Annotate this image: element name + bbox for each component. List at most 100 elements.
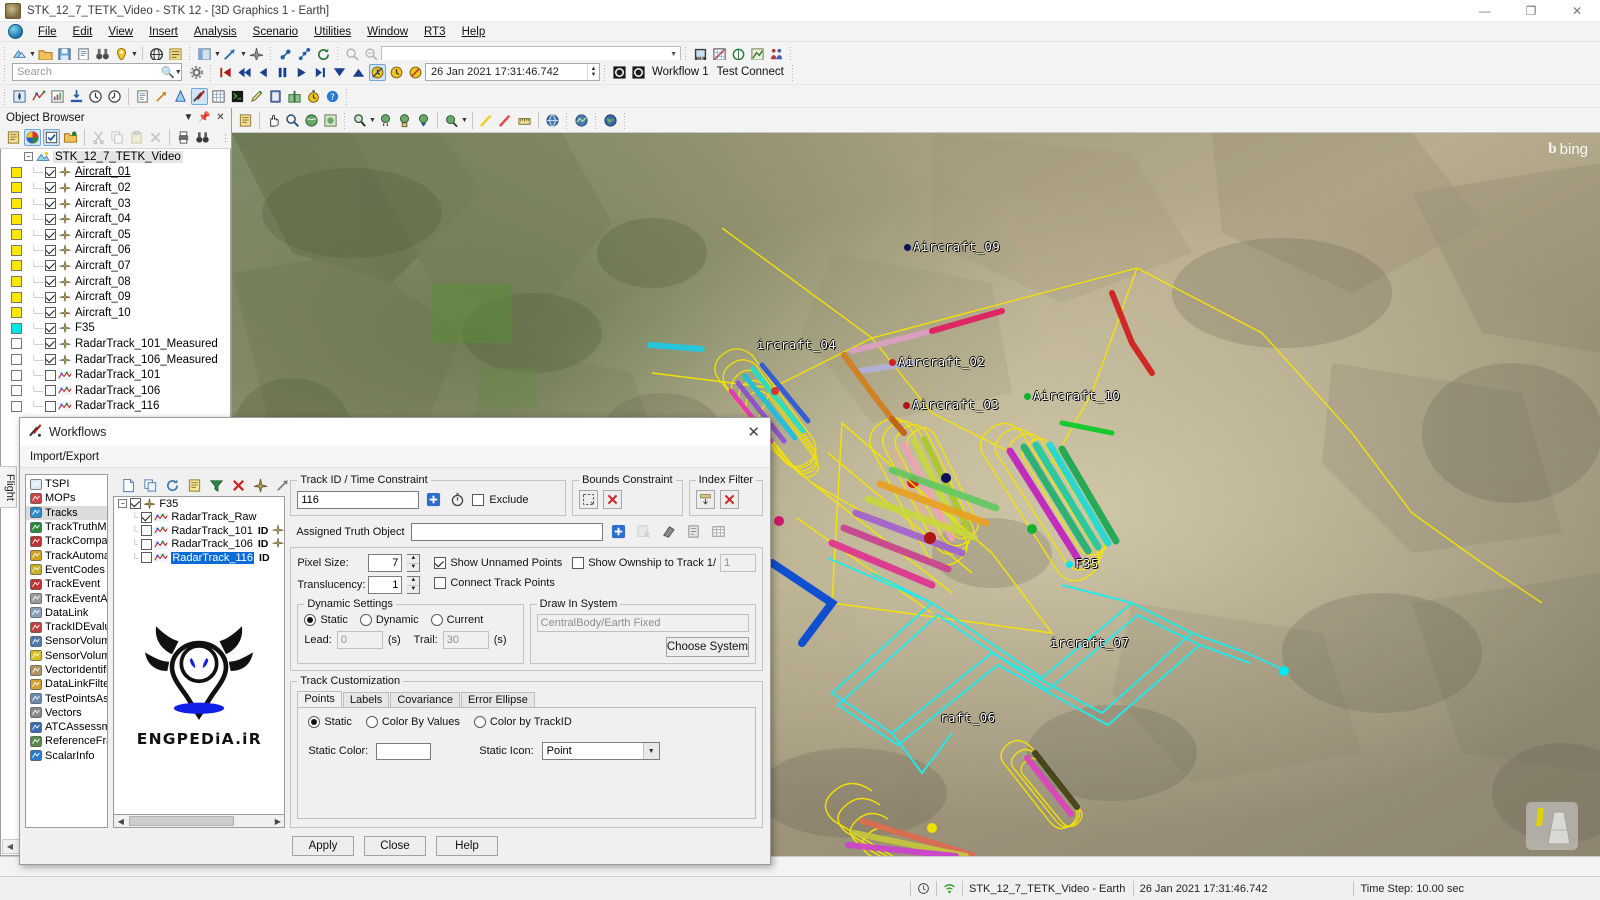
view-reset-dropdown-icon[interactable]: ▼ bbox=[461, 117, 468, 124]
help-about-icon[interactable]: ? bbox=[324, 88, 341, 105]
track-scroll-right-icon[interactable]: ▶ bbox=[271, 817, 284, 826]
workflow-type-list[interactable]: TSPIMOPsTracks TrackTruthMatchingTrackCom… bbox=[25, 474, 109, 828]
dynamic-option-dynamic[interactable]: Dynamic bbox=[359, 614, 419, 626]
color-mode-trackid-radio[interactable] bbox=[473, 716, 486, 728]
menu-help[interactable]: Help bbox=[454, 24, 494, 40]
export-arrow-icon[interactable] bbox=[153, 88, 170, 105]
object-browser-row[interactable]: └─ Aircraft_06 bbox=[1, 243, 230, 259]
view-properties-icon[interactable] bbox=[237, 112, 254, 129]
sidebar-tab-flight[interactable]: Flight bbox=[0, 466, 17, 508]
menu-analysis[interactable]: Analysis bbox=[186, 24, 245, 40]
translucency-input[interactable]: 1 bbox=[368, 576, 403, 594]
workflow-list-item[interactable]: SensorVolumes bbox=[26, 634, 107, 648]
console-icon[interactable] bbox=[229, 88, 246, 105]
report-tool-icon[interactable] bbox=[134, 88, 151, 105]
apply-button[interactable]: Apply bbox=[292, 836, 354, 856]
workflow-list-item[interactable]: Vectors bbox=[26, 706, 107, 720]
grid-view-button[interactable] bbox=[709, 522, 728, 541]
search-settings-gear-icon[interactable] bbox=[188, 64, 205, 81]
zoom-in-view-icon[interactable] bbox=[351, 112, 368, 129]
object-properties-icon[interactable] bbox=[62, 129, 79, 146]
connect-track-points-checkbox[interactable] bbox=[434, 577, 447, 589]
visibility-color-swatch[interactable] bbox=[10, 229, 22, 241]
workflow-list-item[interactable]: TestPointsAssessment bbox=[26, 691, 107, 705]
magnify-icon[interactable] bbox=[284, 112, 301, 129]
translucency-spinner[interactable]: ▲ ▼ bbox=[407, 576, 421, 594]
copy-icon[interactable] bbox=[109, 129, 126, 146]
workflow-list-item[interactable]: TrackIDEvaluation bbox=[26, 620, 107, 634]
static-icon-chevron-down-icon[interactable]: ▼ bbox=[642, 743, 659, 759]
static-icon-select[interactable]: Point ▼ bbox=[541, 742, 660, 760]
choose-system-button[interactable]: Choose System bbox=[665, 637, 749, 657]
close-button[interactable]: ✕ bbox=[1554, 0, 1600, 22]
delete-icon[interactable] bbox=[147, 129, 164, 146]
object-browser-row[interactable]: └─ RadarTrack_101_Measured bbox=[1, 336, 230, 352]
list-view-button[interactable] bbox=[684, 522, 703, 541]
tetk-toolbar-grip-end[interactable] bbox=[345, 87, 349, 105]
object-visibility-checkbox[interactable] bbox=[45, 307, 56, 319]
minimize-button[interactable]: — bbox=[1462, 0, 1508, 22]
book-icon[interactable] bbox=[267, 88, 284, 105]
new-scenario-dropdown-icon[interactable]: ▼ bbox=[29, 51, 36, 58]
track-visibility-checkbox[interactable] bbox=[141, 552, 153, 564]
pixel-size-spinner[interactable]: ▲ ▼ bbox=[407, 554, 421, 572]
track-tree-expander-icon[interactable]: − bbox=[118, 499, 128, 509]
visibility-color-swatch[interactable] bbox=[10, 385, 22, 397]
object-browser-row[interactable]: └─ Aircraft_03 bbox=[1, 196, 230, 212]
object-browser-row[interactable]: └─ Aircraft_08 bbox=[1, 274, 230, 290]
track-tree-root-row[interactable]: − F35 bbox=[114, 497, 284, 511]
dynamic-option-static[interactable]: Static bbox=[304, 614, 348, 626]
draw-in-system-input[interactable]: CentralBody/Earth Fixed bbox=[536, 614, 749, 632]
measure-tool-icon[interactable] bbox=[516, 112, 533, 129]
visibility-color-swatch[interactable] bbox=[10, 307, 22, 319]
object-visibility-checkbox[interactable] bbox=[45, 244, 56, 256]
toolbar-combo-caret-icon[interactable]: ▼ bbox=[670, 51, 677, 58]
new-object-icon[interactable] bbox=[5, 129, 22, 146]
visibility-color-swatch[interactable] bbox=[10, 260, 22, 272]
object-visibility-checkbox[interactable] bbox=[45, 182, 56, 194]
workflow-list-item[interactable]: ATCAssessment bbox=[26, 720, 107, 734]
workflow-list-item[interactable]: ReferenceFrames bbox=[26, 734, 107, 748]
color-mode-values-radio[interactable] bbox=[365, 716, 378, 728]
track-visibility-checkbox[interactable] bbox=[141, 525, 153, 537]
current-radio[interactable] bbox=[430, 614, 443, 626]
track-report-icon[interactable] bbox=[186, 477, 203, 494]
workflow-run-icon[interactable] bbox=[611, 64, 628, 81]
object-visibility-checkbox[interactable] bbox=[45, 260, 56, 272]
bounds-select-button[interactable] bbox=[579, 490, 599, 509]
globe-view-icon[interactable] bbox=[544, 112, 561, 129]
index-filter-button[interactable] bbox=[695, 490, 715, 509]
v3d-grip-4[interactable] bbox=[623, 111, 627, 129]
color-palette-icon[interactable] bbox=[24, 129, 41, 146]
search-dropdown-icon[interactable]: ▼ bbox=[175, 69, 182, 76]
tab-error-ellipse[interactable]: Error Ellipse bbox=[460, 692, 535, 707]
static-color-swatch[interactable] bbox=[376, 742, 432, 760]
pixel-size-up-icon[interactable]: ▲ bbox=[407, 555, 420, 564]
pixel-size-down-icon[interactable]: ▼ bbox=[407, 563, 420, 571]
show-unnamed-points-checkbox[interactable] bbox=[434, 557, 447, 569]
clock-mode-icon[interactable] bbox=[388, 64, 405, 81]
tab-labels[interactable]: Labels bbox=[342, 692, 390, 707]
gift-tool-icon[interactable] bbox=[286, 88, 303, 105]
terrain-view-icon[interactable] bbox=[573, 112, 590, 129]
object-browser-row[interactable]: └─ Aircraft_05 bbox=[1, 227, 230, 243]
visibility-color-swatch[interactable] bbox=[10, 322, 22, 334]
connect-track-points-row[interactable]: Connect Track Points bbox=[434, 577, 756, 589]
object-browser-row[interactable]: └─ Aircraft_10 bbox=[1, 305, 230, 321]
search-box[interactable]: 🔍 ▼ bbox=[12, 63, 182, 81]
print-icon[interactable] bbox=[175, 129, 192, 146]
object-visibility-checkbox[interactable] bbox=[45, 229, 56, 241]
object-browser-row[interactable]: └─ RadarTrack_101 bbox=[1, 367, 230, 383]
mops-icon[interactable] bbox=[49, 88, 66, 105]
map-object-marker[interactable] bbox=[1066, 561, 1073, 568]
new-track-icon[interactable] bbox=[120, 477, 137, 494]
track-scroll-thumb[interactable] bbox=[129, 816, 235, 826]
xrealtime-mode-icon[interactable] bbox=[407, 64, 424, 81]
workflows-tool-icon[interactable] bbox=[191, 87, 208, 105]
tetk-toolbar-grip[interactable] bbox=[3, 87, 7, 105]
workflow-list-item[interactable]: EventCodes bbox=[26, 563, 107, 577]
map-object-marker[interactable] bbox=[903, 402, 910, 409]
dynamic-option-current[interactable]: Current bbox=[430, 614, 483, 626]
menu-utilities[interactable]: Utilities bbox=[306, 24, 359, 40]
map-object-marker[interactable] bbox=[1024, 393, 1031, 400]
